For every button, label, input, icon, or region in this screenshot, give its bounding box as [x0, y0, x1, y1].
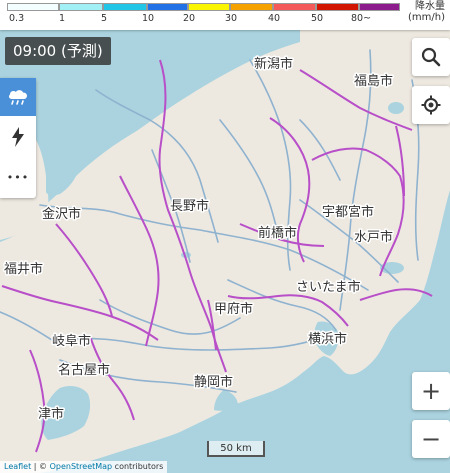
city-label-utsunomiya: 宇都宮市 — [322, 204, 374, 220]
attribution-separator: | © — [31, 462, 50, 471]
city-label-nagano: 長野市 — [170, 198, 209, 214]
city-label-maebashi: 前橋市 — [258, 225, 297, 241]
lightning-layer-button[interactable] — [0, 118, 36, 156]
legend-swatch-6 — [273, 3, 316, 11]
legend-tick-1: 1 — [59, 13, 66, 24]
city-label-kofu: 甲府市 — [214, 301, 253, 317]
city-label-fukushima: 福島市 — [354, 73, 393, 89]
legend-swatch-1 — [59, 3, 103, 11]
city-label-fukui: 福井市 — [4, 261, 43, 277]
leaflet-link[interactable]: Leaflet — [4, 462, 31, 471]
city-label-tsu: 津市 — [38, 406, 64, 422]
zoom-in-button[interactable]: + — [412, 372, 450, 410]
legend-tick-0: 0.3 — [9, 13, 25, 24]
city-label-yokohama: 横浜市 — [308, 331, 347, 347]
legend-tick-8: 80~ — [351, 13, 372, 24]
lake-inawashiro — [388, 102, 404, 114]
legend-tick-5: 30 — [225, 13, 238, 24]
city-label-niigata: 新潟市 — [254, 56, 293, 72]
city-label-gifu: 岐阜市 — [52, 333, 91, 349]
map-attribution: Leaflet | © OpenStreetMap contributors — [0, 461, 168, 473]
legend-tick-6: 40 — [268, 13, 281, 24]
more-layers-button[interactable]: ••• — [0, 158, 36, 196]
minus-icon: − — [420, 425, 442, 453]
locate-icon — [421, 95, 441, 115]
legend-swatch-8 — [359, 3, 400, 11]
osm-link[interactable]: OpenStreetMap — [50, 462, 113, 471]
attribution-suffix: contributors — [112, 462, 164, 471]
city-label-nagoya: 名古屋市 — [58, 362, 110, 378]
forecast-time-badge: 09:00 (予測) — [5, 37, 111, 65]
search-icon — [421, 47, 441, 67]
legend-swatch-4 — [188, 3, 230, 11]
rain-layer-button[interactable] — [0, 78, 36, 116]
plus-icon: + — [420, 377, 442, 405]
locate-button[interactable] — [412, 86, 450, 124]
legend-tick-7: 50 — [311, 13, 324, 24]
legend-tick-3: 10 — [142, 13, 155, 24]
map-canvas[interactable]: 新潟市 福島市 長野市 宇都宮市 金沢市 前橋市 水戸市 福井市 さいたま市 甲… — [0, 0, 450, 473]
legend-swatch-3 — [147, 3, 188, 11]
city-label-shizuoka: 静岡市 — [194, 374, 233, 390]
zoom-out-button[interactable]: − — [412, 420, 450, 458]
legend-tick-2: 5 — [101, 13, 108, 24]
legend-unit: 降水量 (mm/h) — [408, 1, 445, 23]
search-button[interactable] — [412, 38, 450, 76]
city-label-mito: 水戸市 — [354, 229, 393, 245]
scale-bar: 50 km — [207, 441, 265, 457]
more-icon: ••• — [6, 170, 30, 184]
lightning-icon — [12, 127, 24, 147]
legend-swatch-0 — [7, 3, 59, 11]
legend-swatch-5 — [230, 3, 273, 11]
legend-unit-label: (mm/h) — [408, 12, 445, 23]
legend-title: 降水量 — [415, 1, 445, 12]
city-label-saitama: さいたま市 — [296, 279, 361, 295]
legend-swatch-7 — [316, 3, 359, 11]
legend-swatch-2 — [103, 3, 147, 11]
rain-cloud-icon — [8, 90, 28, 105]
legend-tick-4: 20 — [183, 13, 196, 24]
precipitation-legend: 0.3 1 5 10 20 30 40 50 80~ 降水量 (mm/h) — [0, 0, 450, 30]
layer-selector: ••• — [0, 78, 36, 198]
city-label-kanazawa: 金沢市 — [42, 206, 81, 222]
